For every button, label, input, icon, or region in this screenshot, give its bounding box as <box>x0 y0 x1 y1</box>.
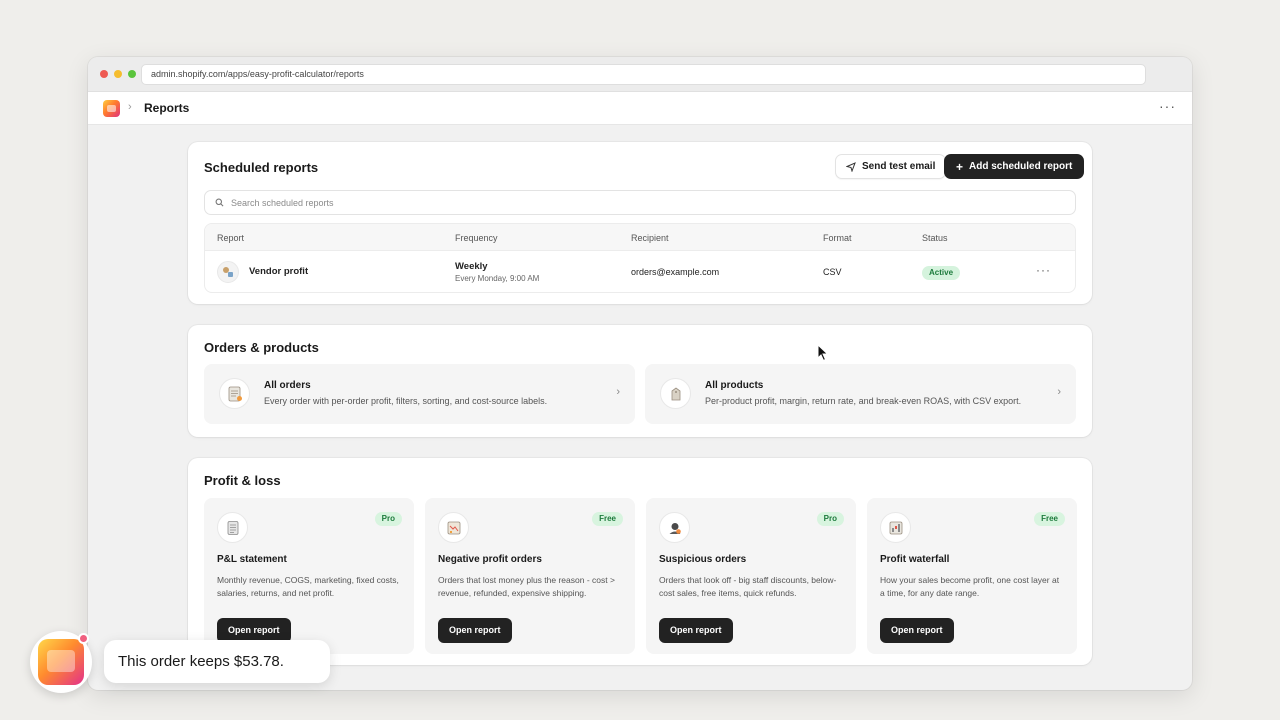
pl-statement-card[interactable]: Pro P&L statement Monthly revenue, COGS,… <box>204 498 414 654</box>
tile-desc: Every order with per-order profit, filte… <box>264 396 548 406</box>
chevron-right-icon: › <box>1057 386 1061 398</box>
send-test-email-button[interactable]: Send test email <box>835 154 947 179</box>
chart-down-icon <box>438 512 469 543</box>
toast-message: This order keeps $53.78. <box>104 640 330 683</box>
app-header: › Reports ··· <box>88 92 1192 125</box>
app-logo-icon[interactable] <box>103 100 120 117</box>
close-window-icon[interactable] <box>100 70 108 78</box>
tile-desc: Per-product profit, margin, return rate,… <box>705 396 1022 406</box>
frequency-detail: Every Monday, 9:00 AM <box>455 274 540 283</box>
mouse-cursor-icon <box>817 344 829 362</box>
all-products-tile[interactable]: All products Per-product profit, margin,… <box>645 364 1076 424</box>
search-icon <box>215 198 224 207</box>
report-desc: Orders that lost money plus the reason -… <box>438 575 615 598</box>
url-bar[interactable]: admin.shopify.com/apps/easy-profit-calcu… <box>141 64 1146 85</box>
search-input[interactable] <box>231 197 1031 208</box>
row-more-button[interactable]: ··· <box>1036 263 1051 277</box>
send-icon <box>846 161 856 172</box>
plan-badge: Pro <box>374 512 402 526</box>
report-title: Suspicious orders <box>659 554 747 565</box>
column-recipient[interactable]: Recipient <box>631 233 669 243</box>
profit-loss-card: Profit & loss Pro P&L statement Monthly … <box>188 458 1092 665</box>
frequency-value: Weekly <box>455 261 488 272</box>
scheduled-reports-table: Report Frequency Recipient Format Status… <box>204 223 1076 293</box>
profit-waterfall-card[interactable]: Free Profit waterfall How your sales bec… <box>867 498 1077 654</box>
column-format[interactable]: Format <box>823 233 852 243</box>
negative-profit-orders-card[interactable]: Free Negative profit orders Orders that … <box>425 498 635 654</box>
document-icon <box>217 512 248 543</box>
column-report[interactable]: Report <box>217 233 244 243</box>
open-report-button[interactable]: Open report <box>438 618 512 643</box>
vendor-icon <box>217 261 239 283</box>
add-scheduled-report-button[interactable]: + Add scheduled report <box>944 154 1085 179</box>
notification-dot-icon <box>78 633 89 644</box>
profit-loss-title: Profit & loss <box>204 473 281 488</box>
browser-window: admin.shopify.com/apps/easy-profit-calcu… <box>88 57 1192 690</box>
add-scheduled-report-label: Add scheduled report <box>969 161 1073 172</box>
report-title: P&L statement <box>217 554 287 565</box>
plan-badge: Free <box>592 512 623 526</box>
report-desc: Monthly revenue, COGS, marketing, fixed … <box>217 575 399 598</box>
plus-icon: + <box>956 159 964 174</box>
breadcrumb-separator-icon: › <box>128 101 132 113</box>
plan-badge: Pro <box>816 512 844 526</box>
tile-title: All orders <box>264 380 311 391</box>
all-orders-tile[interactable]: All orders Every order with per-order pr… <box>204 364 635 424</box>
orders-icon <box>219 378 250 409</box>
window-controls <box>100 70 136 78</box>
open-report-button[interactable]: Open report <box>880 618 954 643</box>
report-title: Negative profit orders <box>438 554 542 565</box>
table-row[interactable]: Vendor profit Weekly Every Monday, 9:00 … <box>205 251 1075 292</box>
recipient-value: orders@example.com <box>631 267 720 277</box>
minimize-window-icon[interactable] <box>114 70 122 78</box>
more-actions-button[interactable]: ··· <box>1159 98 1176 114</box>
search-field[interactable] <box>204 190 1076 215</box>
tile-title: All products <box>705 380 764 391</box>
waterfall-icon <box>880 512 911 543</box>
app-mascot-icon <box>38 639 84 685</box>
suspicious-orders-card[interactable]: Pro Suspicious orders Orders that look o… <box>646 498 856 654</box>
plan-badge: Free <box>1034 512 1065 526</box>
report-name[interactable]: Vendor profit <box>249 266 308 277</box>
spy-icon <box>659 512 690 543</box>
report-title: Profit waterfall <box>880 554 950 565</box>
page-title: Reports <box>144 101 190 115</box>
products-icon <box>660 378 691 409</box>
report-desc: How your sales become profit, one cost l… <box>880 575 1060 598</box>
status-badge: Active <box>922 266 961 280</box>
chevron-right-icon: › <box>616 386 620 398</box>
orders-products-title: Orders & products <box>204 340 319 355</box>
format-value: CSV <box>823 267 842 277</box>
report-desc: Orders that look off - big staff discoun… <box>659 575 837 598</box>
column-status[interactable]: Status <box>922 233 948 243</box>
scheduled-reports-title: Scheduled reports <box>204 160 319 175</box>
open-report-button[interactable]: Open report <box>659 618 733 643</box>
maximize-window-icon[interactable] <box>128 70 136 78</box>
send-test-email-label: Send test email <box>862 161 936 172</box>
orders-products-card: Orders & products All orders Every order… <box>188 325 1092 437</box>
scheduled-reports-card: Scheduled reports Send test email + Add … <box>188 142 1092 304</box>
table-header: Report Frequency Recipient Format Status <box>205 224 1075 251</box>
browser-chrome: admin.shopify.com/apps/easy-profit-calcu… <box>88 57 1192 92</box>
column-frequency[interactable]: Frequency <box>455 233 498 243</box>
